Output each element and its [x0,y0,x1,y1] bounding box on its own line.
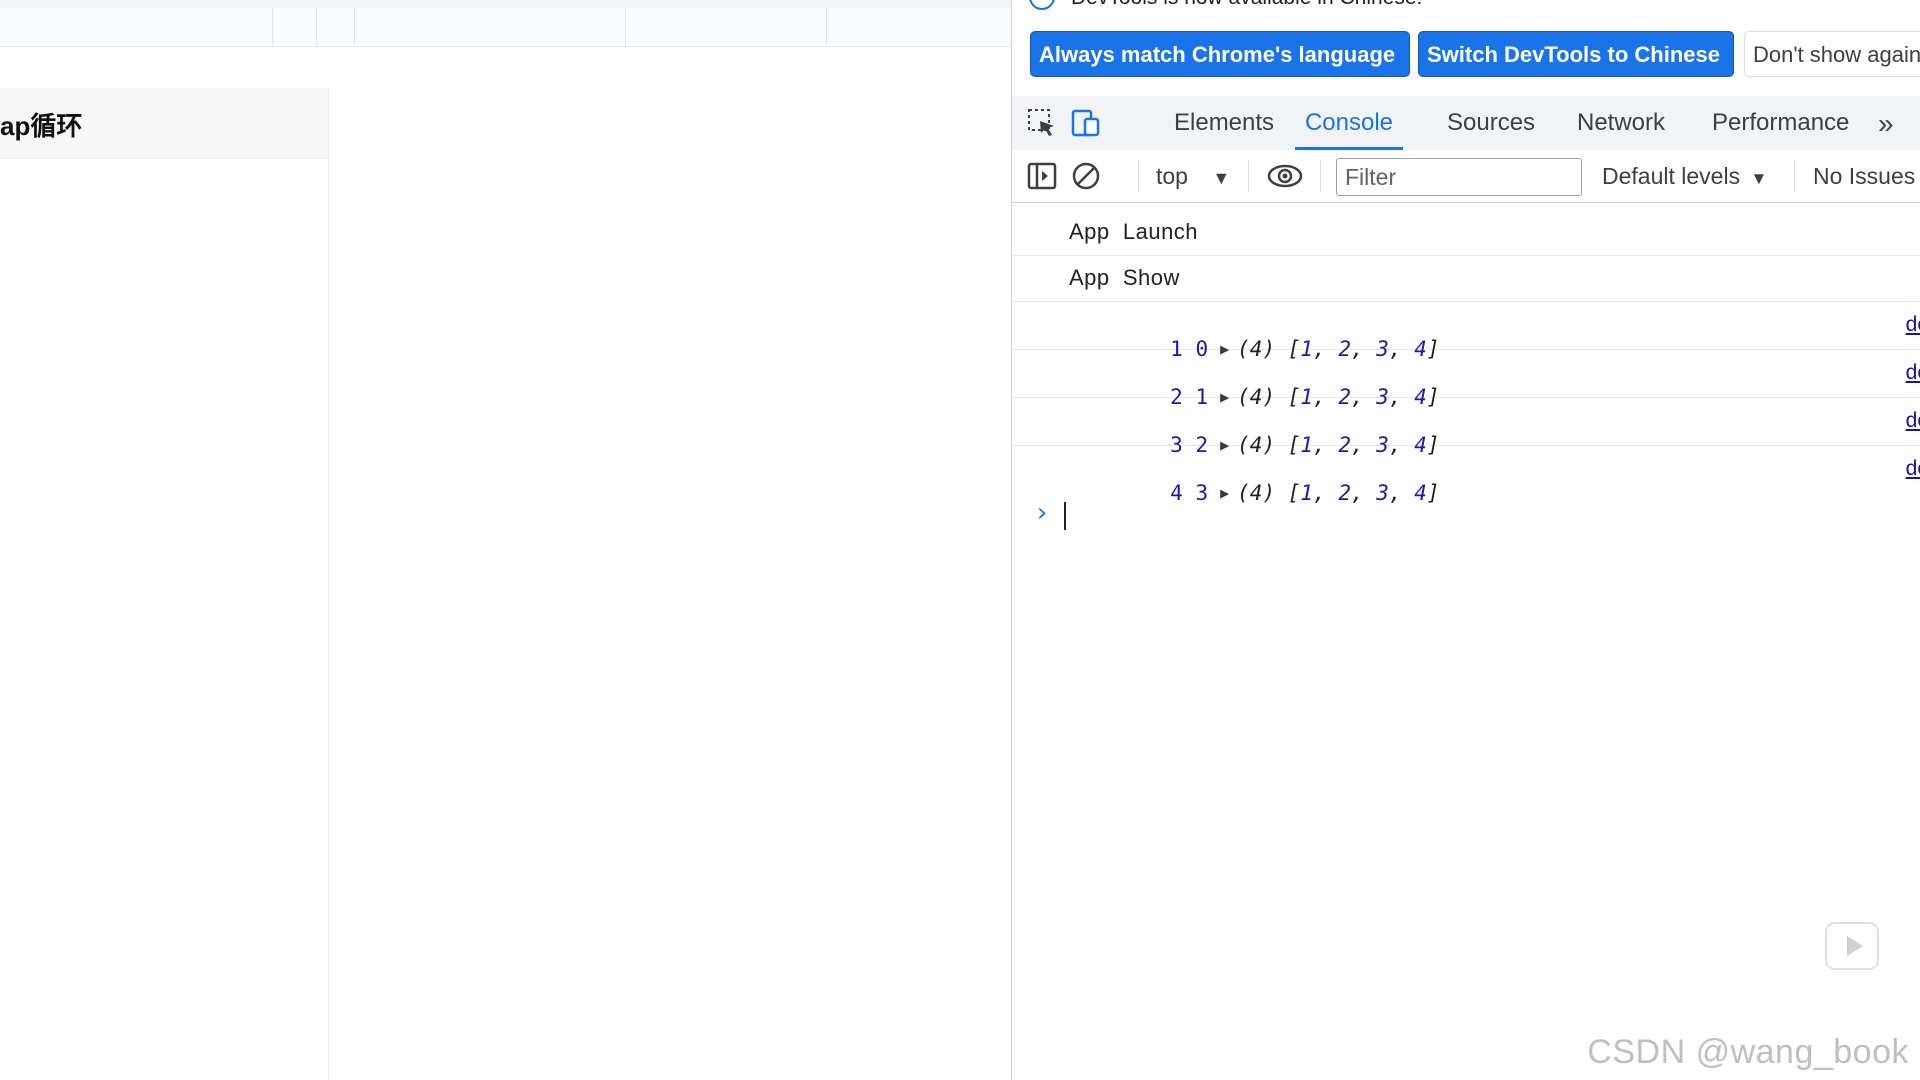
video-play-icon [1825,922,1879,970]
dropdown-arrow-icon: ▼ [1750,169,1768,188]
console-message[interactable]: 1 0▶(4) [1, 2, 3, 4] de [1012,302,1920,361]
array-item: 4 [1414,481,1427,505]
console-input-caret[interactable] [1064,502,1066,530]
console-message[interactable]: 2 1▶(4) [1, 2, 3, 4] de [1012,350,1920,409]
context-value: top [1156,163,1188,189]
page-title: ap循环 [0,111,83,141]
console-message-text: App Show [1069,265,1180,290]
navigation-bar: ap循环 [0,88,328,159]
more-tabs-chevron-icon[interactable]: » [1878,108,1894,140]
array-item: 2 [1338,481,1351,505]
tab-divider [272,8,273,46]
console-toolbar: top ▼ Default levels ▼ No Issues [1012,150,1920,203]
phone-frame: ap循环 [0,88,329,1080]
devtools-panel: DevTools is now available in Chinese! Al… [1011,0,1920,1080]
console-message: App Show [1012,256,1920,302]
tab-console[interactable]: Console [1295,96,1403,150]
console-message[interactable]: 3 2▶(4) [1, 2, 3, 4] de [1012,398,1920,457]
console-message[interactable]: 4 3▶(4) [1, 2, 3, 4] de [1012,446,1920,505]
console-output: App Launch App Show 1 0 ▶ (4) [1, 2, 3, 4]… [1012,203,1920,1080]
tab-divider [354,8,355,46]
source-link[interactable]: de [1906,313,1920,337]
source-link[interactable]: de [1906,457,1920,481]
infobar-message: DevTools is now available in Chinese! [1071,0,1422,10]
log-value: 4 [1170,481,1183,505]
watermark-text: CSDN @wang_book [1587,1033,1909,1071]
array-item: 1 [1300,481,1314,505]
array-item: 3 [1376,481,1389,505]
toolbar-divider [1794,160,1795,192]
simulator-pane: ap循环 [0,0,1011,1080]
tab-performance[interactable]: Performance [1712,96,1849,150]
simulator-tab-bar [0,8,1011,47]
devtools-main-toolbar: Elements Console Sources Network Perform… [1012,96,1920,151]
console-prompt-chevron-icon: › [1034,498,1050,528]
log-levels-dropdown[interactable]: Default levels ▼ [1602,160,1767,195]
source-link[interactable]: de [1906,409,1920,433]
log-value: 3 [1195,481,1209,505]
expand-triangle-icon[interactable]: ▶ [1220,484,1229,502]
source-link[interactable]: de [1906,361,1920,385]
console-message: App Launch [1012,211,1920,256]
console-filter-input[interactable] [1336,158,1582,196]
inspect-element-icon[interactable] [1026,107,1058,139]
tab-divider [826,8,827,46]
device-toolbar-icon[interactable] [1070,107,1102,139]
info-icon [1029,0,1055,10]
clear-console-icon[interactable] [1070,160,1102,192]
tab-divider [625,8,626,46]
toolbar-divider [1138,160,1139,192]
tab-sources[interactable]: Sources [1447,96,1535,150]
levels-label: Default levels [1602,163,1741,189]
tab-divider [316,8,317,46]
console-message-text: App Launch [1069,219,1199,244]
dont-show-again-button[interactable]: Don't show again [1744,31,1920,77]
context-select[interactable]: top ▼ [1156,160,1230,192]
tab-elements[interactable]: Elements [1174,96,1274,150]
toolbar-divider [1248,160,1249,192]
dropdown-arrow-icon: ▼ [1212,168,1231,188]
simulator-top-strip [0,0,1011,8]
issues-counter[interactable]: No Issues [1813,160,1915,192]
live-expression-eye-icon[interactable] [1266,160,1304,192]
always-match-language-button[interactable]: Always match Chrome's language [1030,31,1410,77]
array-length: (4) [1237,481,1276,505]
language-infobar: DevTools is now available in Chinese! Al… [1012,0,1920,92]
toolbar-divider [1320,160,1321,192]
switch-to-chinese-button[interactable]: Switch DevTools to Chinese [1418,31,1734,77]
sidebar-toggle-icon[interactable] [1026,160,1058,192]
tab-network[interactable]: Network [1577,96,1665,150]
